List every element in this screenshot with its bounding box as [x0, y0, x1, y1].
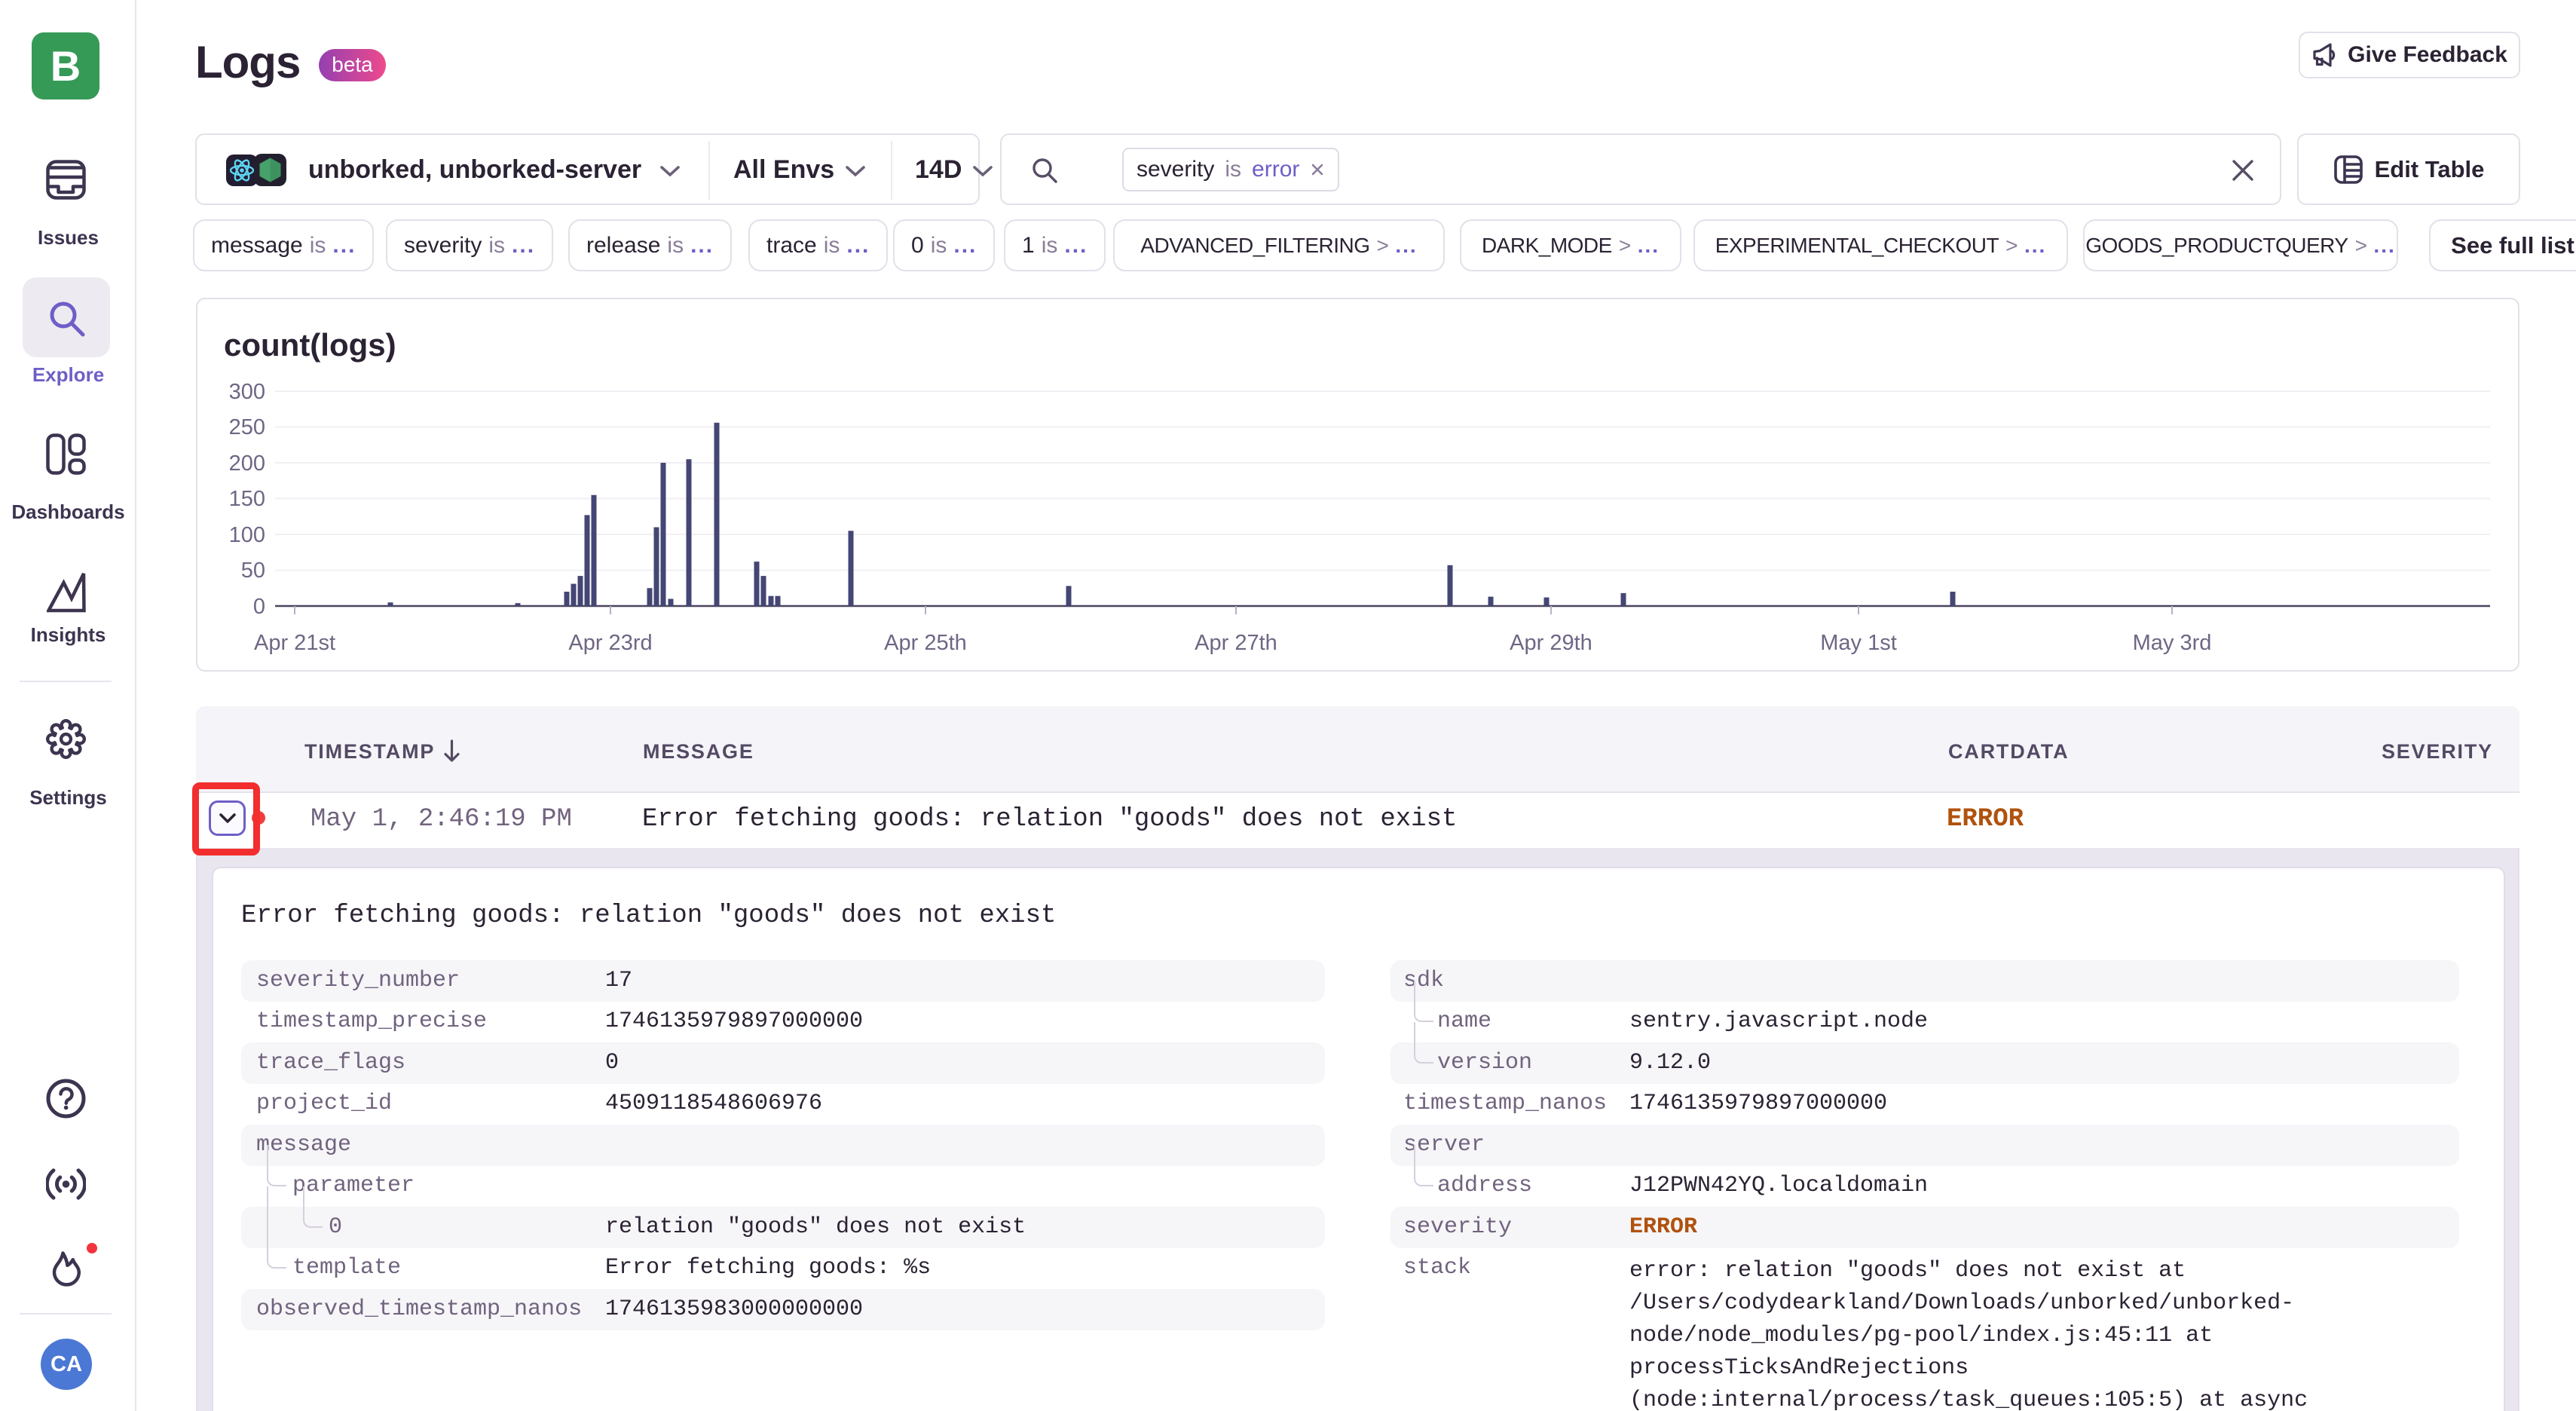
svg-text:150: 150 [229, 487, 265, 511]
svg-text:May 1st: May 1st [1820, 631, 1897, 655]
svg-text:May 3rd: May 3rd [2133, 631, 2212, 655]
svg-text:100: 100 [229, 523, 265, 547]
svg-text:Apr 23rd: Apr 23rd [568, 631, 652, 655]
svg-text:200: 200 [229, 451, 265, 476]
svg-text:Apr 29th: Apr 29th [1510, 631, 1592, 655]
svg-text:50: 50 [241, 559, 265, 583]
svg-text:Apr 27th: Apr 27th [1195, 631, 1277, 655]
svg-text:250: 250 [229, 415, 265, 439]
svg-text:0: 0 [253, 595, 265, 619]
svg-text:300: 300 [229, 380, 265, 404]
svg-text:Apr 21st: Apr 21st [254, 631, 335, 655]
svg-text:Apr 25th: Apr 25th [884, 631, 967, 655]
